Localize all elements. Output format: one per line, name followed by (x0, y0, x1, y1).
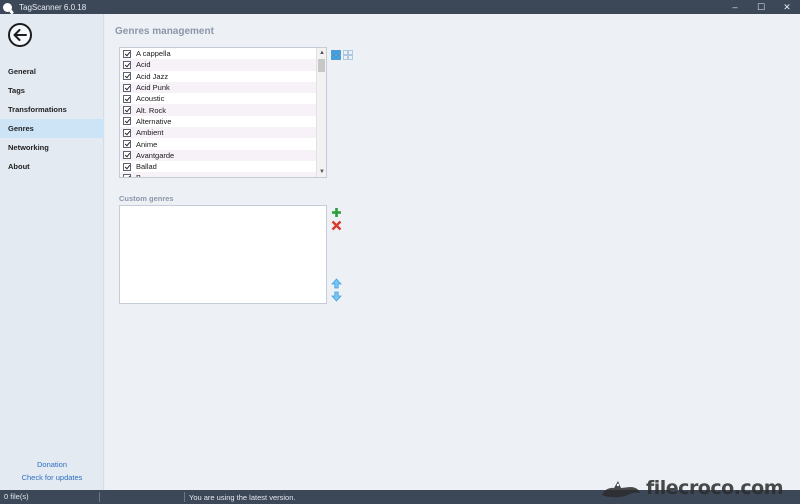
genre-list[interactable]: A cappella Acid Acid Jazz Acid Punk Acoustic… (119, 47, 327, 178)
genre-label: Ambient (136, 128, 164, 138)
status-segment (100, 492, 185, 502)
page-title: Genres management (115, 26, 214, 37)
genre-checkbox[interactable] (123, 128, 131, 137)
genre-checkbox[interactable] (123, 140, 131, 149)
window-controls: – ☐ ✕ (722, 0, 800, 14)
watermark: filecroco.com (600, 472, 800, 504)
genre-row[interactable]: Anime (120, 138, 326, 149)
genre-label: Avantgarde (136, 150, 175, 160)
donation-link[interactable]: Donation (0, 458, 104, 471)
genre-row[interactable]: Alternative (120, 116, 326, 127)
genre-checkbox[interactable] (123, 162, 131, 171)
genre-label: Acid Punk (136, 83, 170, 93)
nav-item-transformations[interactable]: Transformations (0, 100, 104, 119)
file-count: 0 file(s) (0, 492, 100, 502)
custom-genre-tools (331, 207, 343, 303)
scrollbar-thumb[interactable] (318, 59, 325, 72)
move-up-icon[interactable] (331, 278, 342, 289)
genre-checkbox[interactable] (123, 94, 131, 103)
genre-label: B... (136, 173, 148, 178)
genre-row[interactable]: Ballad (120, 161, 326, 172)
uncheck-all-icon[interactable] (343, 50, 354, 60)
move-down-icon[interactable] (331, 291, 342, 302)
genre-row[interactable]: Ambient (120, 127, 326, 139)
genre-row[interactable]: Alt. Rock (120, 104, 326, 116)
scroll-up-icon[interactable]: ▲ (317, 48, 326, 58)
genre-checkbox[interactable] (123, 60, 131, 69)
genre-list-scrollbar[interactable]: ▲ ▼ (316, 48, 326, 177)
genre-row[interactable]: Acid Jazz (120, 71, 326, 82)
main-content: Genres management A cappella Acid Acid Jaz… (105, 14, 800, 490)
custom-genres-label: Custom genres (119, 194, 174, 203)
add-icon[interactable] (331, 207, 342, 218)
status-message: You are using the latest version. (189, 492, 296, 502)
genre-checkbox[interactable] (123, 83, 131, 92)
genre-checkbox[interactable] (123, 151, 131, 160)
genre-checkbox[interactable] (123, 117, 131, 126)
app-icon (3, 2, 12, 12)
genre-label: Alt. Rock (136, 105, 167, 115)
genre-tools (331, 50, 354, 65)
genre-checkbox[interactable] (123, 72, 131, 81)
genre-checkbox[interactable] (123, 173, 131, 177)
maximize-button[interactable]: ☐ (748, 0, 774, 14)
watermark-text: filecroco.com (646, 477, 784, 499)
check-all-icon[interactable] (331, 50, 341, 60)
genre-row[interactable]: A cappella (120, 48, 326, 59)
crocodile-logo-icon (602, 481, 640, 498)
delete-icon[interactable] (331, 220, 342, 231)
check-updates-link[interactable]: Check for updates (0, 471, 104, 484)
sidebar-links: Donation Check for updates (0, 458, 104, 484)
genre-label: Acid (136, 60, 151, 70)
genre-label: Ballad (136, 162, 157, 172)
genre-label: Acoustic (136, 94, 165, 104)
genre-label: Anime (136, 139, 158, 149)
genre-label: Alternative (136, 116, 172, 126)
close-button[interactable]: ✕ (774, 0, 800, 14)
genre-label: Acid Jazz (136, 71, 169, 81)
nav-item-general[interactable]: General (0, 62, 104, 81)
genre-row[interactable]: Avantgarde (120, 149, 326, 161)
back-button[interactable] (8, 23, 32, 47)
genre-label: A cappella (136, 49, 171, 59)
settings-nav: General Tags Transformations Genres Netw… (0, 62, 104, 176)
arrow-left-icon (13, 29, 27, 41)
sidebar: General Tags Transformations Genres Netw… (0, 14, 104, 490)
genre-rows: A cappella Acid Acid Jazz Acid Punk Acoustic… (120, 48, 326, 178)
nav-item-genres[interactable]: Genres (0, 119, 104, 138)
genre-checkbox[interactable] (123, 106, 131, 115)
genre-row[interactable]: Acid (120, 59, 326, 71)
custom-genres-list[interactable] (119, 205, 327, 304)
scroll-down-icon[interactable]: ▼ (317, 167, 326, 177)
genre-row[interactable]: Acid Punk (120, 81, 326, 94)
nav-item-networking[interactable]: Networking (0, 138, 104, 157)
genre-row[interactable]: B... (120, 172, 326, 178)
genre-row[interactable]: Acoustic (120, 93, 326, 104)
title-bar: TagScanner 6.0.18 – ☐ ✕ (0, 0, 800, 14)
nav-item-tags[interactable]: Tags (0, 81, 104, 100)
window-title: TagScanner 6.0.18 (19, 2, 87, 12)
genre-checkbox[interactable] (123, 49, 131, 58)
nav-item-about[interactable]: About (0, 157, 104, 176)
minimize-button[interactable]: – (722, 0, 748, 14)
